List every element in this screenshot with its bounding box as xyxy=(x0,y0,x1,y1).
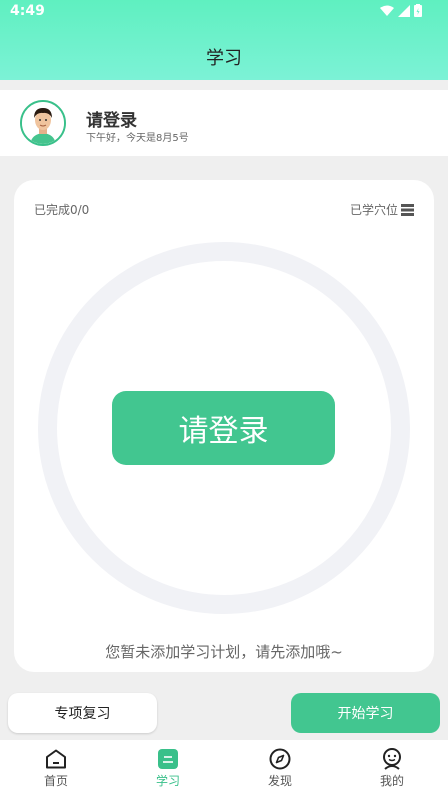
status-icons xyxy=(380,4,422,17)
tab-study-label: 学习 xyxy=(155,774,180,788)
app-header: 4:49 学习 xyxy=(0,0,448,80)
login-button[interactable]: 请登录 xyxy=(112,391,335,465)
avatar-icon xyxy=(22,102,64,144)
battery-icon xyxy=(414,4,422,17)
user-name[interactable]: 请登录 xyxy=(86,106,137,131)
completed-count: 已完成0/0 xyxy=(34,203,90,217)
learned-points-link[interactable]: 已学穴位 xyxy=(350,201,414,218)
tab-home[interactable]: 首页 xyxy=(0,740,112,796)
list-icon xyxy=(401,203,414,216)
learned-points-label: 已学穴位 xyxy=(349,203,398,217)
special-review-button[interactable]: 专项复习 xyxy=(8,693,157,733)
study-icon xyxy=(157,748,179,770)
start-study-button[interactable]: 开始学习 xyxy=(291,693,440,733)
tab-home-label: 首页 xyxy=(43,774,68,788)
study-card: 已完成0/0 已学穴位 请登录 您暂未添加学习计划，请先添加哦~ xyxy=(14,180,434,672)
compass-icon xyxy=(269,748,291,770)
tab-profile-label: 我的 xyxy=(379,774,404,788)
tab-study[interactable]: 学习 xyxy=(112,740,224,796)
home-icon xyxy=(45,748,67,770)
page-title: 学习 xyxy=(206,48,242,69)
profile-icon xyxy=(381,748,403,770)
avatar[interactable] xyxy=(20,100,66,146)
tab-discover-label: 发现 xyxy=(267,774,292,788)
tab-profile[interactable]: 我的 xyxy=(336,740,448,796)
bottom-tab-bar: 首页 学习 发现 我的 xyxy=(0,740,448,796)
tab-discover[interactable]: 发现 xyxy=(224,740,336,796)
status-bar: 4:49 xyxy=(0,0,448,24)
signal-icon xyxy=(398,4,410,17)
empty-plan-hint: 您暂未添加学习计划，请先添加哦~ xyxy=(105,643,343,661)
wifi-icon xyxy=(380,5,394,16)
status-time: 4:49 xyxy=(10,3,45,19)
user-panel[interactable]: 请登录 下午好，今天是8月5号 xyxy=(0,90,448,156)
greeting-text: 下午好，今天是8月5号 xyxy=(86,133,189,144)
